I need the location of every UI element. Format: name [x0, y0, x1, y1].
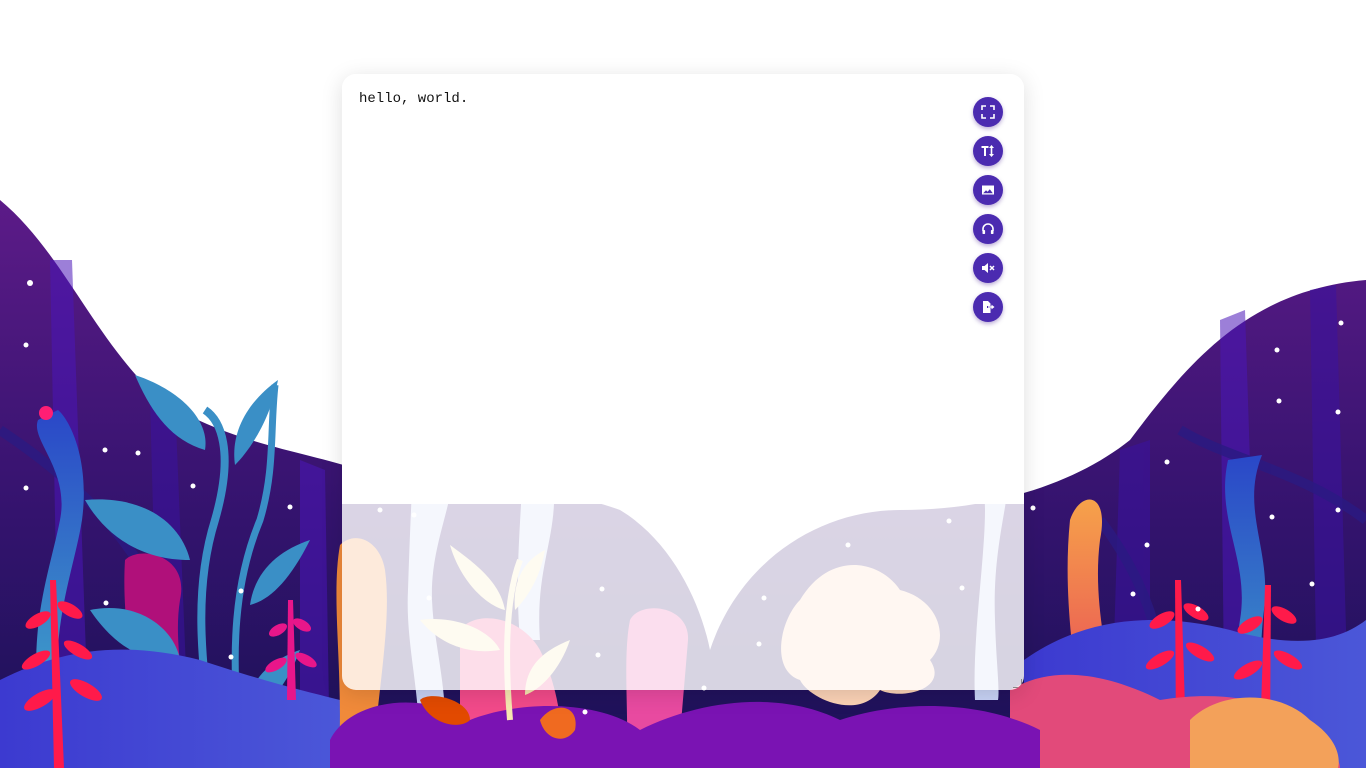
volume-mute-icon — [982, 263, 995, 273]
editor-card: hello, world. — [342, 74, 1024, 690]
headphones-icon — [982, 223, 994, 234]
fullscreen-icon — [981, 105, 995, 119]
editor-toolbar — [973, 97, 1003, 322]
resize-grip[interactable] — [1013, 679, 1022, 688]
export-button[interactable] — [973, 292, 1003, 322]
text-size-button[interactable] — [973, 136, 1003, 166]
editor-textarea[interactable]: hello, world. — [359, 90, 949, 650]
image-icon — [982, 185, 994, 195]
mute-button[interactable] — [973, 253, 1003, 283]
file-export-icon — [983, 301, 995, 313]
fullscreen-button[interactable] — [973, 97, 1003, 127]
text-size-icon — [981, 145, 994, 157]
background-image-button[interactable] — [973, 175, 1003, 205]
ambient-sound-button[interactable] — [973, 214, 1003, 244]
